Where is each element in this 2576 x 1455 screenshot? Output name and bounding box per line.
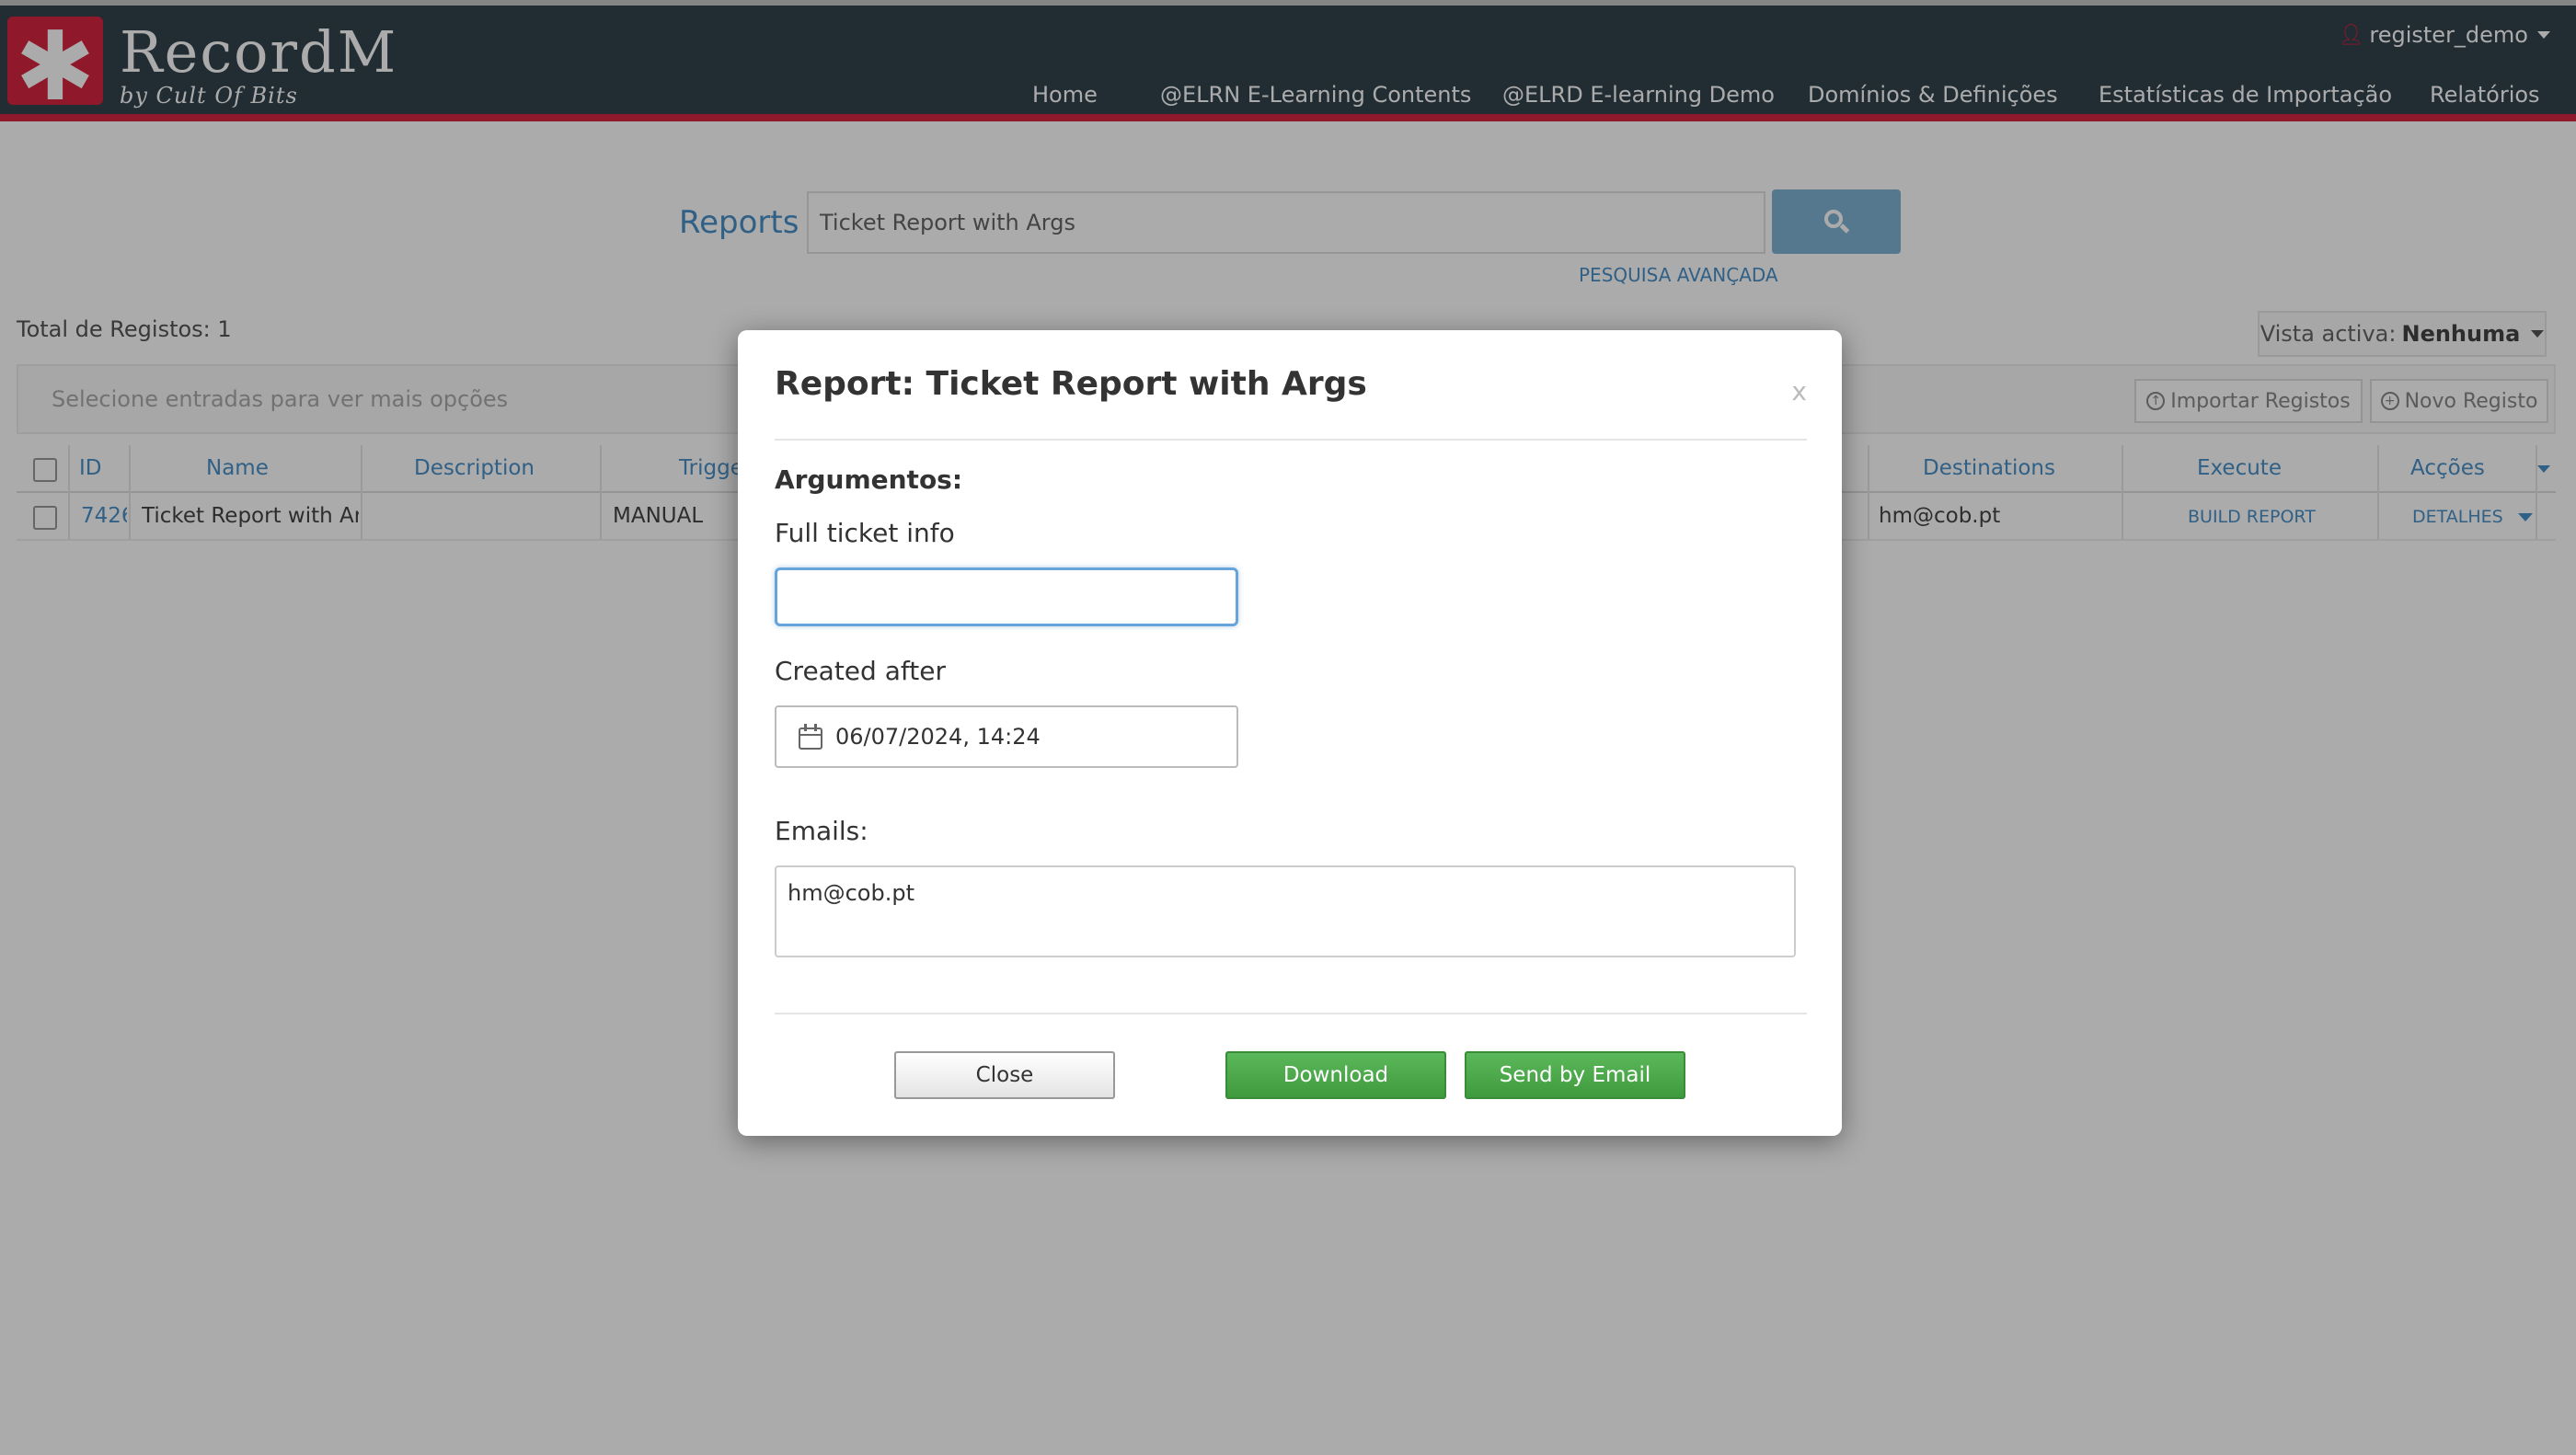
close-button[interactable]: Close bbox=[894, 1051, 1115, 1099]
created-after-input[interactable]: 06/07/2024, 14:24 bbox=[775, 705, 1238, 768]
modal-divider bbox=[775, 439, 1807, 441]
calendar-icon[interactable] bbox=[799, 724, 822, 750]
report-modal: Report: Ticket Report with Args x Argume… bbox=[738, 330, 1842, 1136]
emails-label: Emails: bbox=[775, 816, 868, 846]
modal-title: Report: Ticket Report with Args bbox=[775, 365, 1367, 403]
created-after-value: 06/07/2024, 14:24 bbox=[835, 724, 1041, 750]
arguments-heading: Argumentos: bbox=[775, 464, 963, 495]
download-button[interactable]: Download bbox=[1225, 1051, 1446, 1099]
emails-textarea[interactable]: hm@cob.pt bbox=[775, 865, 1796, 957]
send-by-email-button[interactable]: Send by Email bbox=[1465, 1051, 1685, 1099]
close-icon[interactable]: x bbox=[1791, 376, 1807, 407]
full-ticket-info-label: Full ticket info bbox=[775, 518, 955, 548]
created-after-label: Created after bbox=[775, 656, 946, 686]
full-ticket-info-input[interactable] bbox=[775, 567, 1238, 626]
modal-footer-divider bbox=[775, 1013, 1807, 1014]
